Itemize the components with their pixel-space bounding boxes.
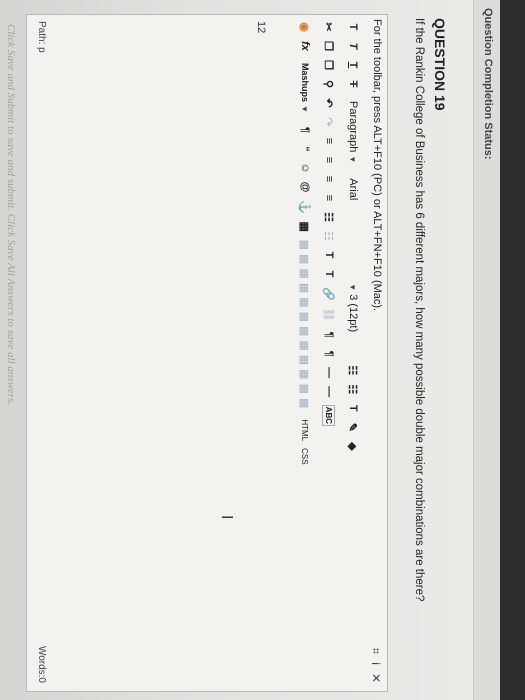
horizontal-rule-icon[interactable]: — (323, 367, 335, 379)
undo-icon[interactable]: ↶ (323, 97, 336, 109)
unlink-icon[interactable]: ⛓ (323, 308, 336, 322)
pilcrow-icon[interactable]: ¶ (299, 124, 311, 136)
subscript-icon[interactable]: T (323, 268, 335, 280)
word-count: Words:0 (36, 645, 47, 683)
spellcheck-icon[interactable]: ABC (322, 404, 336, 427)
redo-icon[interactable]: ↷ (323, 116, 336, 128)
paragraph-label: Paragraph (347, 101, 359, 153)
expand-icon[interactable]: ✕ (368, 673, 383, 683)
indent-icon[interactable]: ☷ (323, 211, 336, 223)
mashups-dropdown[interactable]: Mashups ▼ (300, 59, 310, 117)
status-label: Question Completion Status: (482, 8, 494, 160)
toolbar-row-1: T T T T Paragraph ▼ Arial ▼ 3 (12pt) ☷ ☷… (343, 21, 363, 452)
text-color-button[interactable]: T (347, 402, 359, 414)
emoji-icon[interactable]: ☺ (299, 162, 311, 174)
outdent-icon[interactable]: ☷ (323, 230, 336, 242)
screen: Question Completion Status: QUESTION 19 … (0, 0, 500, 700)
status-bar: Question Completion Status: (473, 0, 500, 700)
table-tools-disabled: ▦▦▦▦▦▦▦▦▦▦▦▦ (298, 239, 311, 413)
font-label: Arial (347, 178, 359, 201)
superscript-icon[interactable]: T (323, 249, 335, 261)
info-icon[interactable]: i (368, 662, 383, 665)
text-cursor-icon: I (218, 515, 235, 520)
question-title: QUESTION 19 (432, 18, 448, 111)
save-instructions: Click Save and Submit to save and submit… (5, 24, 17, 406)
link-icon[interactable]: 🔗 (323, 287, 336, 301)
bulleted-list-button[interactable]: ☷ (347, 364, 360, 376)
css-button[interactable]: CSS (301, 448, 310, 464)
align-justify-icon[interactable]: ≡ (323, 192, 335, 204)
paste-icon[interactable]: ❐ (323, 59, 336, 71)
find-icon[interactable]: ⚲ (323, 78, 336, 90)
preview-icon[interactable]: ◉ (299, 21, 312, 33)
mashups-label: Mashups (300, 63, 310, 103)
highlight-icon[interactable]: ✎ (347, 421, 360, 433)
table-icon[interactable]: ▦ (299, 221, 312, 233)
ltr-icon[interactable]: ¶ (323, 329, 335, 341)
align-center-icon[interactable]: ≡ (323, 154, 335, 166)
align-left-icon[interactable]: ≡ (323, 135, 335, 147)
toolbar-row-3: ◉ fx Mashups ▼ ¶ “ ☺ @ ⚓ ▦ ▦▦▦▦▦▦▦▦▦▦▦▦ … (295, 21, 315, 464)
quote-icon[interactable]: “ (299, 143, 311, 155)
numbered-list-button[interactable]: ☷ (347, 383, 360, 395)
editor-window-controls: ⌗ i ✕ (368, 648, 383, 684)
copy-icon[interactable]: ❐ (323, 40, 336, 52)
font-size-label: 3 (12pt) (347, 294, 359, 333)
italic-button[interactable]: T (347, 40, 359, 52)
toolbar-hint: For the toolbar, press ALT+F10 (PC) or A… (371, 19, 383, 312)
eraser-icon[interactable]: ◆ (347, 440, 360, 452)
rtl-icon[interactable]: ¶ (323, 348, 335, 360)
path-label: Path: p (36, 21, 47, 53)
font-dropdown[interactable]: Arial (347, 174, 359, 272)
align-right-icon[interactable]: ≡ (323, 173, 335, 185)
fullscreen-icon[interactable]: ⌗ (368, 648, 383, 655)
chevron-down-icon: ▼ (348, 155, 358, 164)
font-size-indicator: 12 (255, 21, 267, 34)
special-char-icon[interactable]: @ (299, 181, 311, 193)
rich-text-editor[interactable]: For the toolbar, press ALT+F10 (PC) or A… (26, 14, 388, 692)
formula-icon[interactable]: fx (299, 40, 311, 52)
editor-text-area[interactable] (77, 15, 247, 691)
strikethrough-button[interactable]: T (347, 78, 359, 90)
dash-icon[interactable]: — (323, 386, 335, 398)
cut-icon[interactable]: ✂ (323, 21, 336, 33)
toolbar-row-2: ✂ ❐ ❐ ⚲ ↶ ↷ ≡ ≡ ≡ ≡ ☷ ☷ T T 🔗 ⛓ ¶ ¶ — — … (319, 21, 339, 427)
chevron-down-icon: ▼ (348, 283, 358, 292)
chevron-down-icon: ▼ (300, 105, 310, 113)
bold-button[interactable]: T (347, 21, 359, 33)
question-text: If the Rankin College of Business has 6 … (413, 18, 425, 602)
underline-button[interactable]: T (347, 59, 359, 71)
paragraph-dropdown[interactable]: Paragraph ▼ (347, 97, 359, 167)
anchor-icon[interactable]: ⚓ (299, 200, 312, 214)
html-button[interactable]: HTML (301, 419, 310, 441)
font-size-dropdown[interactable]: ▼ 3 (12pt) (347, 279, 359, 357)
